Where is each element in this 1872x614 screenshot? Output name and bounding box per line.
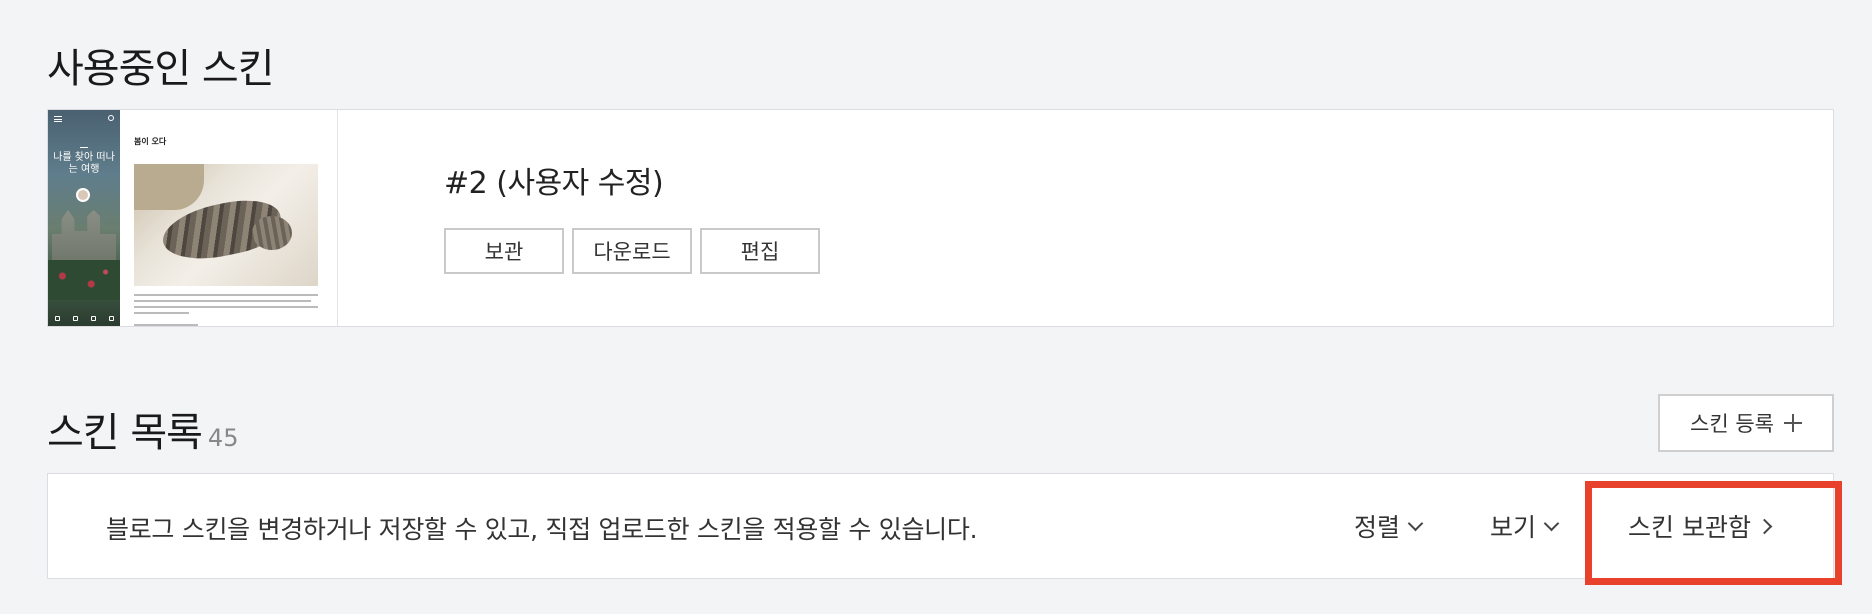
avatar bbox=[76, 188, 90, 202]
sort-dropdown[interactable]: 정렬 bbox=[1354, 508, 1424, 544]
current-skin-card: 나를 찾아 떠나는 여행 봄이 오다 #2 (사용자 수정) 보관 다운로드 편… bbox=[47, 109, 1834, 327]
plus-icon bbox=[1783, 414, 1802, 432]
thumbnail-sidebar: 나를 찾아 떠나는 여행 bbox=[48, 110, 120, 326]
skin-thumbnail[interactable]: 나를 찾아 떠나는 여행 봄이 오다 bbox=[48, 110, 338, 326]
skin-count: 45 bbox=[207, 424, 239, 452]
current-skin-actions: 보관 다운로드 편집 bbox=[444, 228, 820, 274]
download-button[interactable]: 다운로드 bbox=[572, 228, 692, 274]
chevron-down-icon bbox=[1543, 515, 1560, 531]
thumbnail-text-lines bbox=[134, 294, 318, 326]
register-skin-label: 스킨 등록 bbox=[1690, 412, 1774, 436]
skin-archive-label: 스킨 보관함 bbox=[1628, 513, 1751, 542]
edit-button[interactable]: 편집 bbox=[700, 228, 820, 274]
pencil-icon bbox=[54, 315, 60, 321]
person-icon bbox=[90, 315, 96, 321]
search-icon bbox=[108, 115, 114, 121]
skin-archive-link[interactable]: 스킨 보관함 bbox=[1628, 508, 1773, 544]
thumbnail-post-title: 봄이 오다 bbox=[134, 137, 167, 146]
skin-list-title-text: 스킨 목록 bbox=[47, 410, 203, 456]
skin-list-toolbar: 블로그 스킨을 변경하거나 저장할 수 있고, 직접 업로드한 스킨을 적용할 … bbox=[47, 473, 1834, 579]
skin-list-title: 스킨 목록 45 bbox=[47, 400, 238, 458]
flowers-image bbox=[48, 260, 120, 300]
current-skin-name: #2 (사용자 수정) bbox=[444, 166, 664, 201]
view-dropdown[interactable]: 보기 bbox=[1490, 508, 1560, 544]
thumbnail-content: 봄이 오다 bbox=[120, 110, 337, 326]
chevron-down-icon bbox=[1407, 515, 1424, 531]
chevron-right-icon bbox=[1756, 518, 1773, 534]
pillow-shape bbox=[134, 164, 204, 210]
sort-label: 정렬 bbox=[1354, 513, 1401, 542]
current-skin-title: 사용중인 스킨 bbox=[47, 46, 275, 92]
view-label: 보기 bbox=[1490, 513, 1537, 542]
gear-icon bbox=[108, 315, 114, 321]
lock-icon bbox=[72, 315, 78, 321]
thumbnail-bottom-icons bbox=[48, 310, 120, 326]
thumbnail-divider bbox=[80, 147, 88, 148]
menu-icon bbox=[54, 116, 62, 122]
register-skin-button[interactable]: 스킨 등록 bbox=[1658, 394, 1834, 452]
cat-head-shape bbox=[252, 216, 292, 250]
skin-list-description: 블로그 스킨을 변경하거나 저장할 수 있고, 직접 업로드한 스킨을 적용할 … bbox=[106, 515, 978, 544]
thumbnail-blog-title: 나를 찾아 떠나는 여행 bbox=[53, 152, 115, 175]
keep-button[interactable]: 보관 bbox=[444, 228, 564, 274]
cat-photo bbox=[134, 164, 318, 286]
